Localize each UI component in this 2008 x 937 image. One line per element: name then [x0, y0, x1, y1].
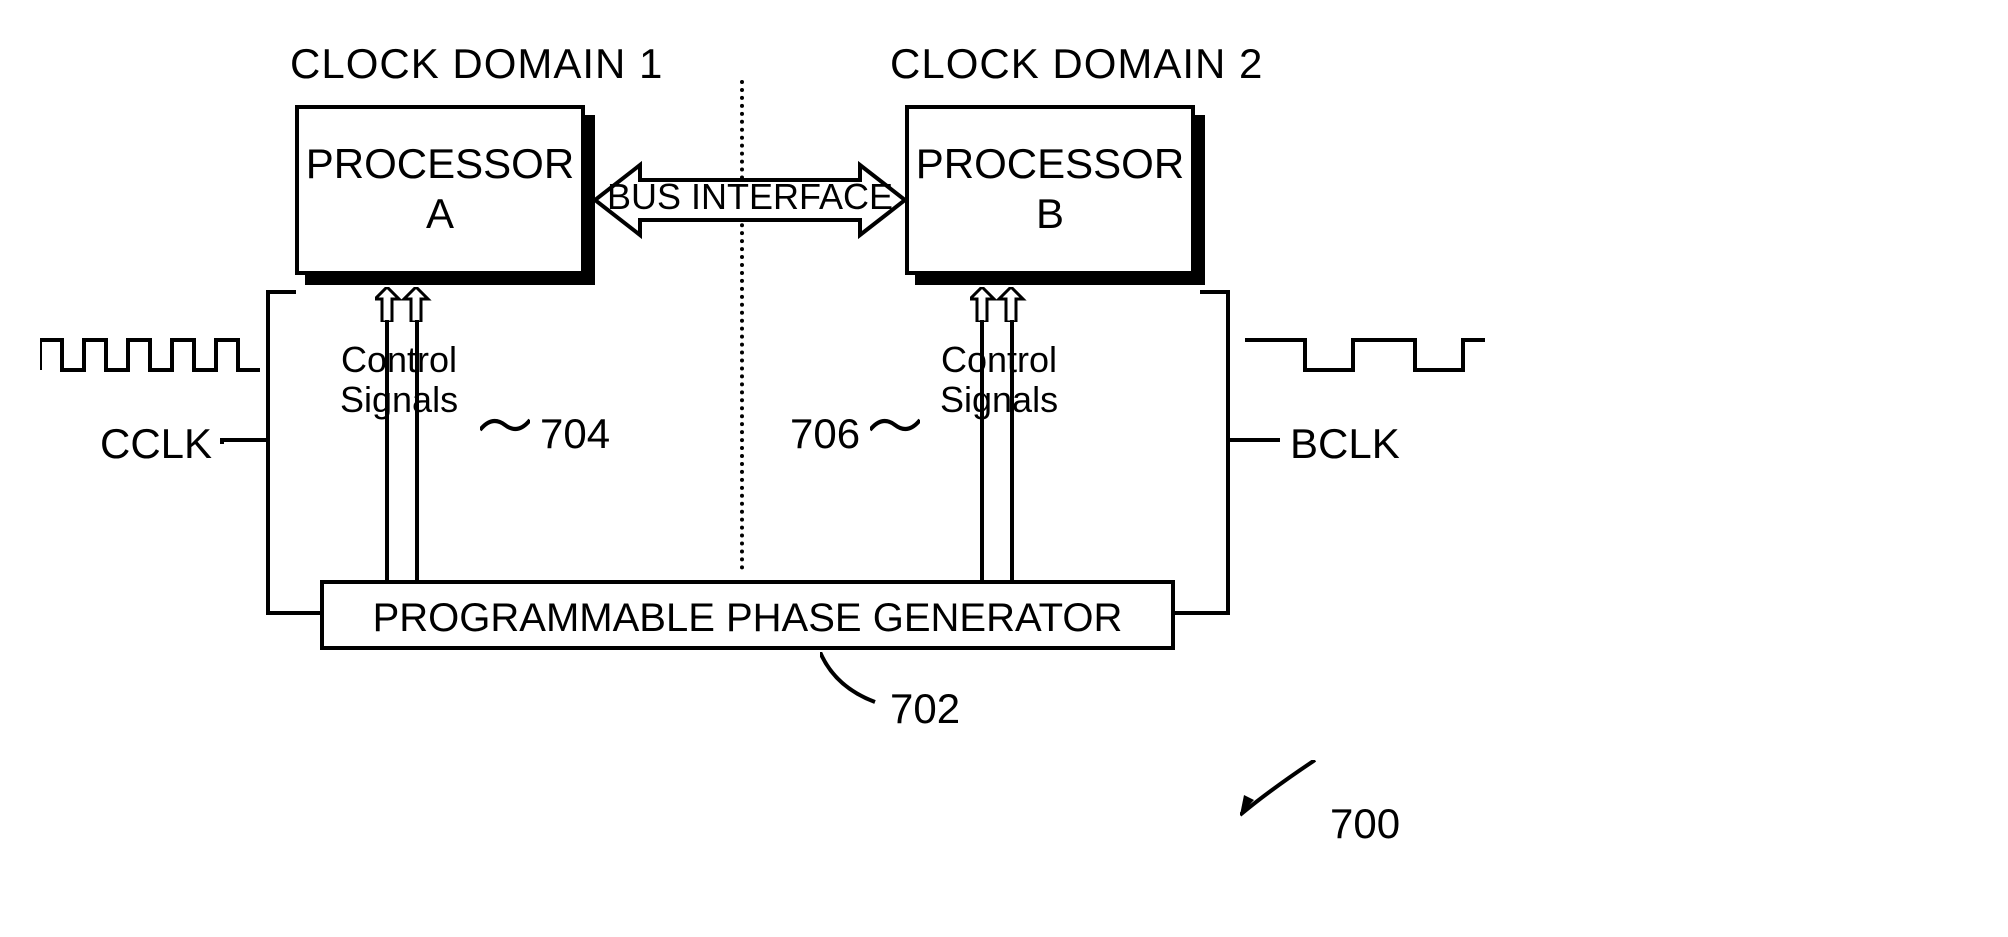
processor-a-line2: A	[299, 189, 581, 239]
control-b-line2: Signals	[940, 380, 1058, 420]
ref-702: 702	[890, 685, 960, 733]
cclk-to-procA	[266, 290, 296, 294]
bclk-waveform	[1245, 335, 1485, 380]
ctrl-a-vline2	[415, 320, 419, 580]
control-a-label: Control Signals	[340, 340, 458, 419]
leader-702	[820, 652, 880, 707]
tilde-704	[480, 410, 530, 440]
ctrl-b-vline2	[1010, 320, 1014, 580]
processor-b-line1: PROCESSOR	[909, 139, 1191, 189]
cclk-label: CCLK	[100, 420, 212, 468]
processor-a: PROCESSOR A	[295, 105, 585, 275]
ref-704: 704	[540, 410, 610, 458]
processor-b: PROCESSOR B	[905, 105, 1195, 275]
cclk-to-pgen	[266, 611, 326, 615]
ctrl-b-vline1	[980, 320, 984, 580]
control-b-label: Control Signals	[940, 340, 1058, 419]
domain-2-label: CLOCK DOMAIN 2	[890, 40, 1263, 88]
bclk-vline	[1226, 290, 1230, 615]
bus-interface-label: BUS INTERFACE	[600, 175, 900, 225]
control-b-arrows	[970, 287, 1030, 322]
control-b-line1: Control	[940, 340, 1058, 380]
control-a-line2: Signals	[340, 380, 458, 420]
processor-a-line1: PROCESSOR	[299, 139, 581, 189]
ctrl-a-vline1	[385, 320, 389, 580]
leader-700	[1240, 760, 1320, 820]
block-diagram: CLOCK DOMAIN 1 CLOCK DOMAIN 2 PROCESSOR …	[100, 40, 1900, 890]
ref-700: 700	[1330, 800, 1400, 848]
phase-generator: PROGRAMMABLE PHASE GENERATOR	[320, 580, 1175, 650]
bclk-label: BCLK	[1290, 420, 1400, 468]
cclk-waveform	[40, 335, 260, 380]
cclk-hline1	[220, 438, 270, 442]
bclk-to-pgen	[1170, 611, 1230, 615]
tilde-706	[870, 410, 920, 440]
cclk-vline	[266, 290, 270, 615]
ref-706: 706	[790, 410, 860, 458]
control-a-line1: Control	[340, 340, 458, 380]
domain-divider	[740, 80, 744, 570]
domain-1-label: CLOCK DOMAIN 1	[290, 40, 663, 88]
control-a-arrows	[375, 287, 435, 322]
bclk-to-procB	[1200, 290, 1230, 294]
processor-b-line2: B	[909, 189, 1191, 239]
bclk-hline1	[1230, 438, 1280, 442]
